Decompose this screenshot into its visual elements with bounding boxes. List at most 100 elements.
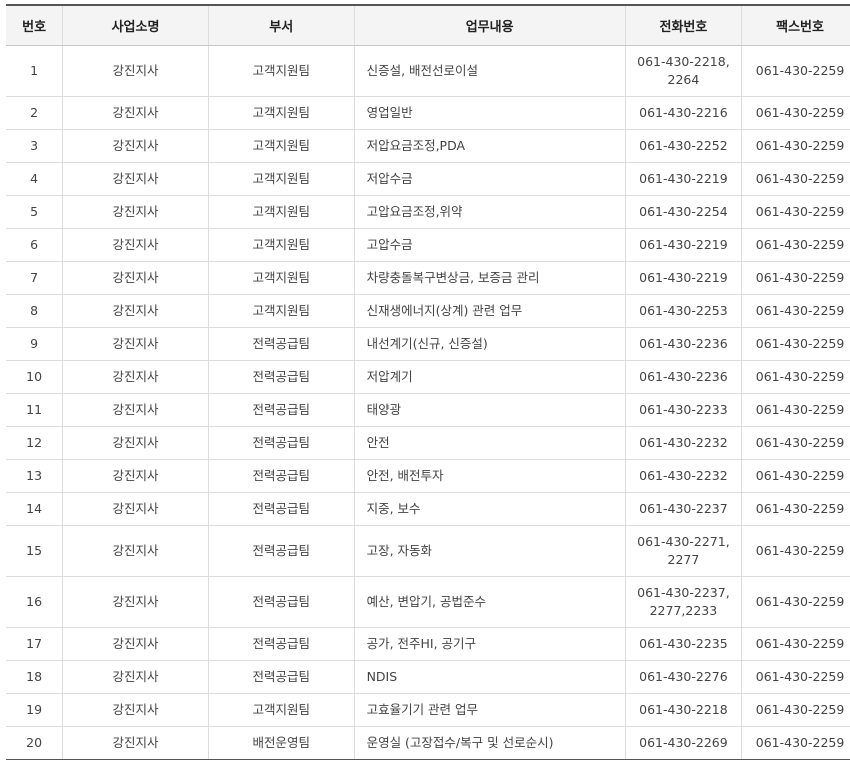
header-no: 번호 xyxy=(6,4,63,46)
cell-dept: 고객지원팀 xyxy=(207,195,355,229)
cell-task: 차량충돌복구변상금, 보증금 관리 xyxy=(353,261,626,295)
table-row: 4 강진지사 고객지원팀 저압수금 061-430-2219 061-430-2259 xyxy=(6,162,850,196)
cell-tel: 061-430-2219 xyxy=(624,228,742,262)
cell-office: 강진지사 xyxy=(62,726,209,760)
cell-office: 강진지사 xyxy=(62,294,209,328)
cell-dept: 고객지원팀 xyxy=(207,162,355,196)
header-office: 사업소명 xyxy=(62,4,209,46)
cell-tel: 061-430-2216 xyxy=(624,96,742,130)
cell-office: 강진지사 xyxy=(62,492,209,526)
table-row: 20 강진지사 배전운영팀 운영실 (고장접수/복구 및 선로순시) 061-430-2… xyxy=(6,726,850,760)
cell-office: 강진지사 xyxy=(62,576,209,628)
table-row: 1 강진지사 고객지원팀 신증설, 배전선로이설 061-430-2218, 2264 0… xyxy=(6,45,850,97)
header-tel: 전화번호 xyxy=(624,4,742,46)
cell-tel: 061-430-2271, 2277 xyxy=(624,525,742,577)
cell-fax: 061-430-2259 xyxy=(741,261,850,295)
table-row: 10 강진지사 전력공급팀 저압계기 061-430-2236 061-430-2259 xyxy=(6,360,850,394)
cell-no: 13 xyxy=(6,459,63,493)
cell-no: 9 xyxy=(6,327,63,361)
cell-task: NDIS xyxy=(353,660,626,694)
cell-no: 3 xyxy=(6,129,63,163)
cell-task: 고장, 자동화 xyxy=(353,525,626,577)
table-row: 15 강진지사 전력공급팀 고장, 자동화 061-430-2271, 2277 061-… xyxy=(6,525,850,577)
cell-tel: 061-430-2237 xyxy=(624,492,742,526)
cell-office: 강진지사 xyxy=(62,327,209,361)
cell-office: 강진지사 xyxy=(62,96,209,130)
cell-tel: 061-430-2236 xyxy=(624,360,742,394)
cell-tel: 061-430-2235 xyxy=(624,627,742,661)
cell-fax: 061-430-2259 xyxy=(741,627,850,661)
cell-office: 강진지사 xyxy=(62,393,209,427)
cell-fax: 061-430-2259 xyxy=(741,726,850,760)
table-body: 1 강진지사 고객지원팀 신증설, 배전선로이설 061-430-2218, 2264 0… xyxy=(6,45,850,760)
cell-tel: 061-430-2276 xyxy=(624,660,742,694)
header-dept: 부서 xyxy=(207,4,355,46)
cell-dept: 배전운영팀 xyxy=(207,726,355,760)
cell-no: 2 xyxy=(6,96,63,130)
cell-no: 4 xyxy=(6,162,63,196)
cell-dept: 전력공급팀 xyxy=(207,393,355,427)
cell-dept: 전력공급팀 xyxy=(207,576,355,628)
cell-task: 태양광 xyxy=(353,393,626,427)
cell-dept: 고객지원팀 xyxy=(207,261,355,295)
cell-no: 12 xyxy=(6,426,63,460)
cell-no: 19 xyxy=(6,693,63,727)
cell-task: 영업일반 xyxy=(353,96,626,130)
cell-office: 강진지사 xyxy=(62,162,209,196)
table-row: 2 강진지사 고객지원팀 영업일반 061-430-2216 061-430-2259 xyxy=(6,96,850,130)
cell-fax: 061-430-2259 xyxy=(741,360,850,394)
cell-office: 강진지사 xyxy=(62,360,209,394)
cell-task: 지중, 보수 xyxy=(353,492,626,526)
cell-dept: 고객지원팀 xyxy=(207,228,355,262)
table-row: 14 강진지사 전력공급팀 지중, 보수 061-430-2237 061-430-225… xyxy=(6,492,850,526)
cell-dept: 고객지원팀 xyxy=(207,96,355,130)
cell-no: 7 xyxy=(6,261,63,295)
cell-office: 강진지사 xyxy=(62,195,209,229)
cell-dept: 전력공급팀 xyxy=(207,360,355,394)
cell-no: 11 xyxy=(6,393,63,427)
page: 번호 사업소명 부서 업무내용 전화번호 팩스번호 1 강진지사 고객지원팀 신증설,… xyxy=(0,0,850,766)
cell-fax: 061-430-2259 xyxy=(741,576,850,628)
table-row: 8 강진지사 고객지원팀 신재생에너지(상계) 관련 업무 061-430-2253 06… xyxy=(6,294,850,328)
header-task: 업무내용 xyxy=(353,4,626,46)
cell-no: 15 xyxy=(6,525,63,577)
cell-tel: 061-430-2219 xyxy=(624,261,742,295)
cell-no: 17 xyxy=(6,627,63,661)
cell-tel: 061-430-2252 xyxy=(624,129,742,163)
table-row: 13 강진지사 전력공급팀 안전, 배전투자 061-430-2232 061-430-2… xyxy=(6,459,850,493)
cell-tel: 061-430-2233 xyxy=(624,393,742,427)
cell-no: 6 xyxy=(6,228,63,262)
cell-task: 저압수금 xyxy=(353,162,626,196)
cell-dept: 고객지원팀 xyxy=(207,693,355,727)
cell-fax: 061-430-2259 xyxy=(741,294,850,328)
cell-no: 1 xyxy=(6,45,63,97)
cell-task: 안전 xyxy=(353,426,626,460)
cell-office: 강진지사 xyxy=(62,228,209,262)
cell-tel: 061-430-2218, 2264 xyxy=(624,45,742,97)
cell-tel: 061-430-2236 xyxy=(624,327,742,361)
cell-dept: 전력공급팀 xyxy=(207,459,355,493)
cell-office: 강진지사 xyxy=(62,525,209,577)
cell-fax: 061-430-2259 xyxy=(741,525,850,577)
cell-office: 강진지사 xyxy=(62,261,209,295)
cell-task: 저압계기 xyxy=(353,360,626,394)
cell-dept: 전력공급팀 xyxy=(207,525,355,577)
cell-task: 고효율기기 관련 업무 xyxy=(353,693,626,727)
cell-tel: 061-430-2254 xyxy=(624,195,742,229)
cell-no: 14 xyxy=(6,492,63,526)
cell-office: 강진지사 xyxy=(62,45,209,97)
cell-office: 강진지사 xyxy=(62,459,209,493)
cell-task: 안전, 배전투자 xyxy=(353,459,626,493)
contact-table: 번호 사업소명 부서 업무내용 전화번호 팩스번호 1 강진지사 고객지원팀 신증설,… xyxy=(6,4,850,760)
cell-task: 신증설, 배전선로이설 xyxy=(353,45,626,97)
cell-fax: 061-430-2259 xyxy=(741,162,850,196)
table-row: 3 강진지사 고객지원팀 저압요금조정,PDA 061-430-2252 061-430-… xyxy=(6,129,850,163)
table-row: 7 강진지사 고객지원팀 차량충돌복구변상금, 보증금 관리 061-430-2219 0… xyxy=(6,261,850,295)
cell-task: 고압수금 xyxy=(353,228,626,262)
cell-dept: 고객지원팀 xyxy=(207,45,355,97)
cell-task: 운영실 (고장접수/복구 및 선로순시) xyxy=(353,726,626,760)
cell-dept: 전력공급팀 xyxy=(207,327,355,361)
cell-no: 8 xyxy=(6,294,63,328)
cell-fax: 061-430-2259 xyxy=(741,459,850,493)
cell-fax: 061-430-2259 xyxy=(741,45,850,97)
